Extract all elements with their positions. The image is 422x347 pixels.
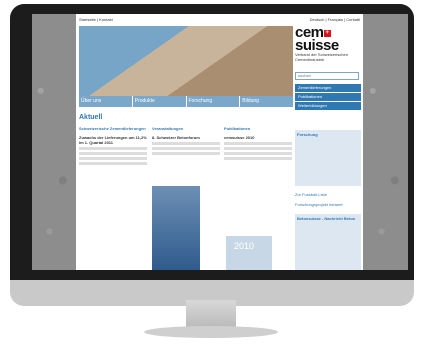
column-veranstaltungen: Veranstaltungen 8. Schweizer Betonforum — [152, 126, 220, 157]
concrete-background-right — [364, 14, 408, 270]
link-1[interactable]: Zur Fussball-Liste — [295, 192, 327, 197]
box-title: Betonsuisse - Nachricht Beton — [297, 216, 356, 221]
nav-item-forschung[interactable]: Forschung — [186, 96, 240, 107]
top-links[interactable]: Startseite | Kontakt — [79, 17, 113, 22]
hero-image — [79, 26, 293, 96]
event-image[interactable] — [152, 186, 200, 270]
side-links: Zementlieferungen Publikationen Weiterbi… — [295, 84, 361, 111]
cover-year: 2010 — [234, 241, 255, 251]
top-bar: Startseite | Kontakt Deutsch | Français … — [76, 14, 363, 24]
side-link-zementlieferungen[interactable]: Zementlieferungen — [295, 84, 361, 92]
research-box: Forschung — [295, 130, 361, 186]
column-headline[interactable]: 8. Schweizer Betonforum — [152, 135, 220, 140]
side-link-weiterbildungen[interactable]: Weiterbildungen — [295, 102, 361, 110]
search-input[interactable]: suchen — [295, 72, 359, 80]
concrete-background-left — [32, 14, 76, 270]
link-2[interactable]: Forschungsprojekt Intranet — [295, 202, 343, 207]
column-title: Veranstaltungen — [152, 126, 184, 131]
column-headline[interactable]: Zuwachs der Lieferungen um 11,2% im 1. Q… — [79, 135, 147, 145]
column-headline[interactable]: cemsuisse 2010 — [224, 135, 292, 140]
nav-item-bildung[interactable]: Bildung — [240, 96, 293, 107]
language-links[interactable]: Deutsch | Français | Contatti — [310, 17, 360, 22]
column-title: Schweizerische Zementlieferungen — [79, 126, 146, 131]
logo-tagline: Verband der Schweizerischen Cementindust… — [295, 52, 348, 62]
news-box: Betonsuisse - Nachricht Beton — [295, 214, 361, 270]
monitor-base — [144, 326, 278, 338]
box-title: Forschung — [297, 132, 318, 137]
nav-item-produkte[interactable]: Produkte — [132, 96, 186, 107]
side-link-publikationen[interactable]: Publikationen — [295, 93, 361, 101]
main-nav: Über uns Produkte Forschung Bildung — [79, 96, 293, 107]
publication-cover[interactable]: 2010 — [226, 236, 272, 270]
webpage: Startseite | Kontakt Deutsch | Français … — [76, 14, 363, 270]
section-heading: Aktuell — [79, 114, 103, 121]
swiss-cross-icon: + — [323, 29, 331, 37]
column-title: Publikationen — [224, 126, 251, 131]
screen: Startseite | Kontakt Deutsch | Français … — [32, 14, 408, 270]
column-lieferungen: Schweizerische Zementlieferungen Zuwachs… — [79, 126, 147, 167]
column-publikationen: Publikationen cemsuisse 2010 — [224, 126, 292, 162]
monitor: Startseite | Kontakt Deutsch | Français … — [10, 4, 414, 306]
logo[interactable]: cem + suisse Verband der Schweizerischen … — [295, 25, 361, 62]
logo-text-2: suisse — [295, 37, 339, 54]
nav-item-ueber-uns[interactable]: Über uns — [79, 96, 132, 107]
